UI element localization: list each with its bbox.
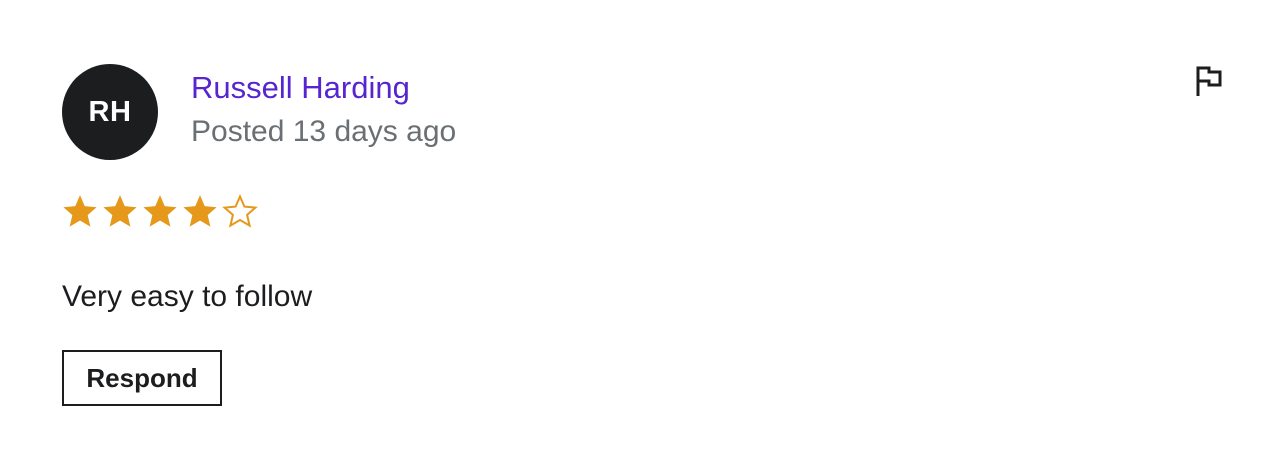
avatar-initials: RH bbox=[88, 95, 132, 128]
reviewer-name-link[interactable]: Russell Harding bbox=[191, 70, 410, 106]
flag-icon bbox=[1196, 66, 1222, 96]
report-flag-button[interactable] bbox=[1192, 64, 1226, 98]
star-filled-icon bbox=[103, 195, 137, 227]
star-filled-icon bbox=[63, 195, 97, 227]
star-rating bbox=[62, 194, 262, 230]
review-card: RH Russell Harding Posted 13 days ago Ve… bbox=[62, 64, 1226, 408]
review-text: Very easy to follow bbox=[62, 280, 313, 313]
posted-date: Posted 13 days ago bbox=[191, 115, 457, 148]
avatar: RH bbox=[62, 64, 158, 160]
star-empty-icon bbox=[222, 194, 258, 228]
respond-button[interactable]: Respond bbox=[62, 350, 222, 406]
star-filled-icon bbox=[183, 195, 217, 227]
star-filled-icon bbox=[143, 195, 177, 227]
